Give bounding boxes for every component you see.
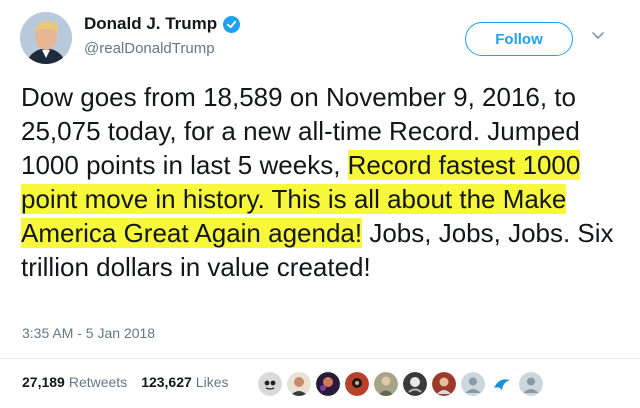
display-name-text: Donald J. Trump bbox=[84, 14, 218, 33]
likes-stat[interactable]: 123,627 Likes bbox=[141, 374, 228, 390]
liker-avatar-icon[interactable] bbox=[403, 372, 427, 396]
liker-avatar-icon[interactable] bbox=[345, 372, 369, 396]
likes-label: Likes bbox=[195, 374, 229, 390]
liker-avatar-icon[interactable] bbox=[461, 372, 485, 396]
liker-avatar-icon[interactable] bbox=[316, 372, 340, 396]
retweets-count: 27,189 bbox=[22, 374, 65, 390]
likes-count: 123,627 bbox=[141, 374, 192, 390]
liker-avatar-icon[interactable] bbox=[432, 372, 456, 396]
retweets-label: Retweets bbox=[68, 374, 128, 390]
retweets-stat[interactable]: 27,189 Retweets bbox=[22, 374, 127, 390]
follow-button[interactable]: Follow bbox=[465, 22, 573, 56]
verified-badge-icon bbox=[223, 15, 241, 33]
divider bbox=[0, 358, 640, 359]
liker-avatar-icon[interactable] bbox=[258, 372, 282, 396]
tweet-text: Dow goes from 18,589 on November 9, 2016… bbox=[21, 80, 621, 284]
tweet-timestamp[interactable]: 3:35 AM - 5 Jan 2018 bbox=[22, 325, 155, 341]
author-avatar[interactable] bbox=[20, 12, 72, 64]
liker-avatar-icon[interactable] bbox=[490, 372, 514, 396]
chevron-down-icon[interactable] bbox=[590, 28, 606, 44]
author-display-name[interactable]: Donald J. Trump bbox=[84, 14, 241, 34]
liker-avatars bbox=[258, 372, 543, 396]
liker-avatar-icon[interactable] bbox=[287, 372, 311, 396]
tweet-stats: 27,189 Retweets 123,627 Likes bbox=[22, 374, 228, 390]
author-handle[interactable]: @realDonaldTrump bbox=[84, 40, 215, 57]
liker-avatar-icon[interactable] bbox=[374, 372, 398, 396]
liker-avatar-icon[interactable] bbox=[519, 372, 543, 396]
